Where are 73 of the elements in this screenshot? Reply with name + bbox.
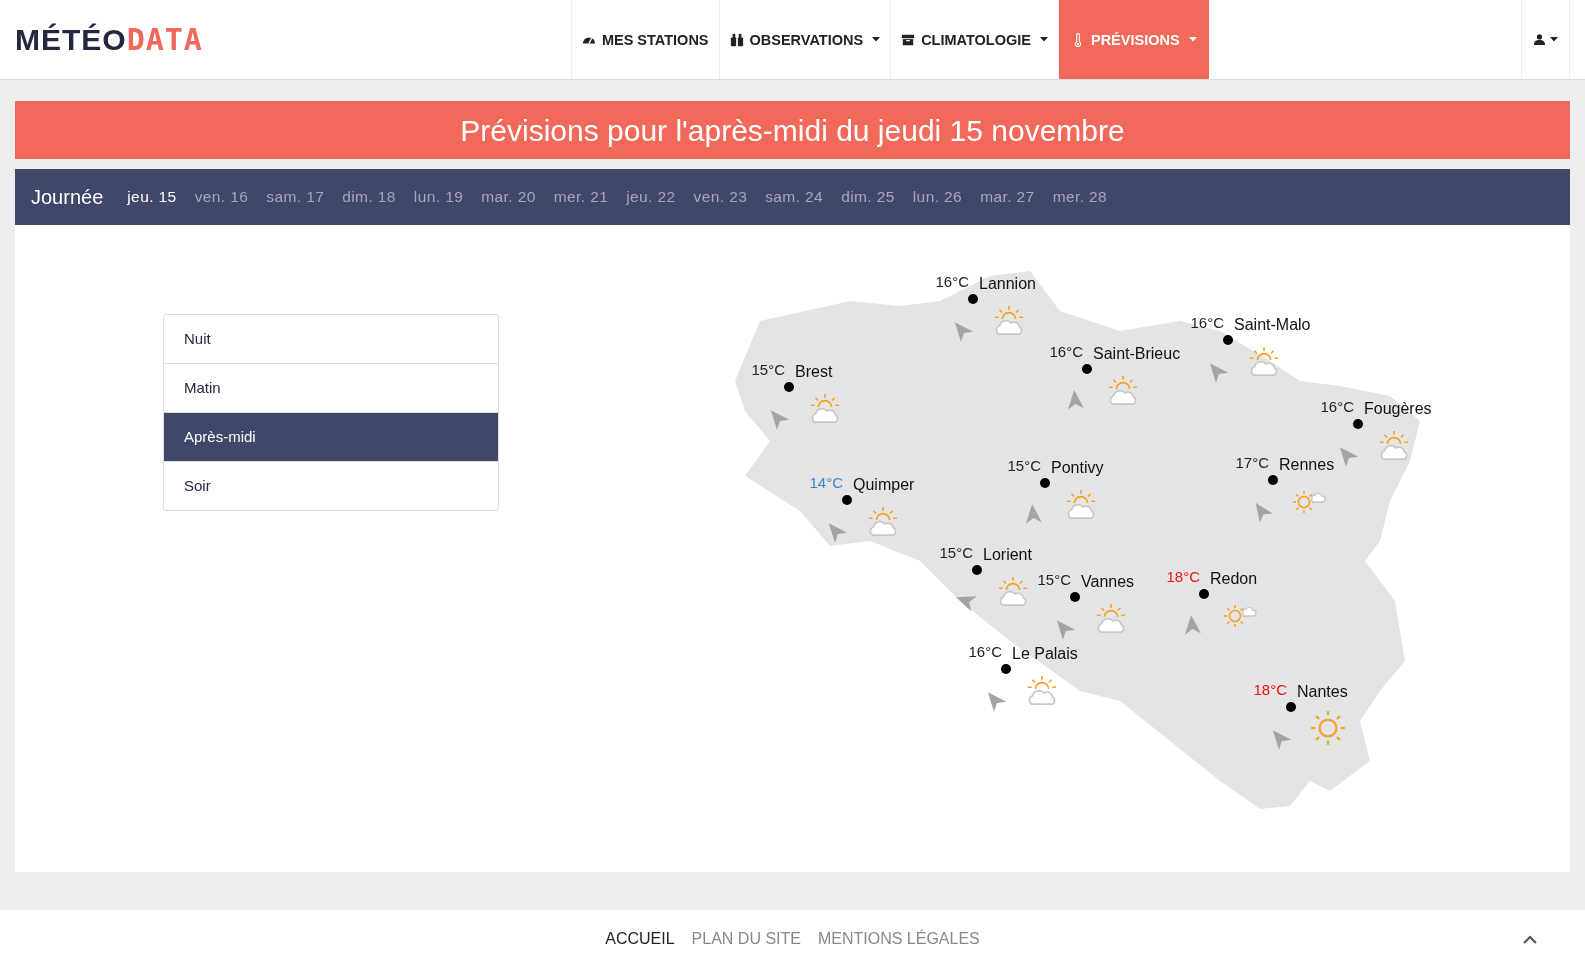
city-dot <box>972 565 982 575</box>
city-name: Fougères <box>1364 400 1432 418</box>
temperature-label: 15°C <box>939 544 974 561</box>
nav-menu-item[interactable]: OBSERVATIONS <box>718 0 891 79</box>
city-name: Quimper <box>853 476 915 494</box>
city-name: Saint-Brieuc <box>1093 345 1181 363</box>
caret-icon <box>1549 37 1558 42</box>
period-item[interactable]: Nuit <box>164 315 498 363</box>
day-tab[interactable]: jeu. 22 <box>626 188 676 206</box>
day-tab[interactable]: mer. 21 <box>553 188 609 206</box>
city-name: Le Palais <box>1012 645 1078 663</box>
city-name: Redon <box>1210 570 1258 588</box>
city-dot <box>1223 335 1233 345</box>
city-name: Pontivy <box>1051 459 1104 477</box>
city-name: Nantes <box>1297 683 1348 701</box>
temperature-label: 14°C <box>809 474 844 491</box>
city-name: Rennes <box>1279 456 1335 474</box>
user-icon <box>1533 34 1545 45</box>
logo[interactable]: MÉTÉODATA <box>15 22 203 57</box>
city-dot <box>968 294 978 304</box>
footer-link[interactable]: ACCUEIL <box>605 930 675 948</box>
user-menu[interactable] <box>1521 0 1570 79</box>
temperature-label: 16°C <box>968 643 1003 660</box>
temperature-label: 17°C <box>1235 454 1270 471</box>
archive-icon <box>901 32 916 47</box>
temperature-label: 16°C <box>1049 343 1084 360</box>
day-tab[interactable]: dim. 25 <box>841 188 895 206</box>
temperature-label: 16°C <box>1320 398 1355 415</box>
city-name: Lannion <box>979 275 1036 293</box>
city-dot <box>1199 589 1209 599</box>
page-banner: Prévisions pour l'après-midi du jeudi 15 novembre <box>15 101 1570 159</box>
footer-link[interactable]: MENTIONS LÉGALES <box>817 930 980 948</box>
day-tab[interactable]: lun. 19 <box>413 188 464 206</box>
temperature-label: 15°C <box>751 361 786 378</box>
city-name: Saint-Malo <box>1234 316 1311 334</box>
temperature-label: 15°C <box>1037 571 1072 588</box>
day-tab[interactable]: dim. 18 <box>342 188 396 206</box>
chevron-up-icon[interactable] <box>1523 935 1537 944</box>
city-dot <box>842 495 852 505</box>
day-tab[interactable]: mar. 27 <box>980 188 1035 206</box>
city-dot <box>784 382 794 392</box>
nav-menu-item[interactable]: PRÉVISIONS <box>1057 0 1209 79</box>
temperature-label: 18°C <box>1166 568 1201 585</box>
nav-menu-item[interactable]: CLIMATOLOGIE <box>890 0 1058 79</box>
temperature-label: 18°C <box>1253 681 1288 698</box>
city-dot <box>1353 419 1363 429</box>
day-tab[interactable]: ven. 16 <box>194 188 249 206</box>
city-name: Brest <box>795 363 833 381</box>
period-item[interactable]: Soir <box>164 461 498 510</box>
city-dot <box>1070 592 1080 602</box>
temperature-label: 16°C <box>935 273 970 290</box>
city-dot <box>1001 664 1011 674</box>
city-dot <box>1286 702 1296 712</box>
day-tab[interactable]: jeu. 15 <box>127 188 177 206</box>
day-tab[interactable]: lun. 26 <box>912 188 963 206</box>
day-tab[interactable]: ven. 23 <box>693 188 748 206</box>
temperature-label: 16°C <box>1190 314 1225 331</box>
city-name: Lorient <box>983 546 1032 564</box>
binoculars-icon <box>729 32 744 47</box>
city-dot <box>1268 475 1278 485</box>
period-item[interactable]: Après-midi <box>164 412 498 461</box>
city-dot <box>1082 364 1092 374</box>
footer-link[interactable]: PLAN DU SITE <box>691 930 801 948</box>
day-tab[interactable]: mer. 28 <box>1052 188 1108 206</box>
city-dot <box>1040 478 1050 488</box>
day-bar-title: Journée <box>31 185 104 209</box>
temperature-label: 15°C <box>1007 457 1042 474</box>
day-tab[interactable]: sam. 17 <box>266 188 325 206</box>
city-name: Vannes <box>1081 573 1135 591</box>
day-tab[interactable]: sam. 24 <box>765 188 824 206</box>
sun-icon <box>1309 709 1347 747</box>
nav-menu-item[interactable]: MES STATIONS <box>570 0 719 79</box>
day-tab[interactable]: mar. 20 <box>481 188 536 206</box>
